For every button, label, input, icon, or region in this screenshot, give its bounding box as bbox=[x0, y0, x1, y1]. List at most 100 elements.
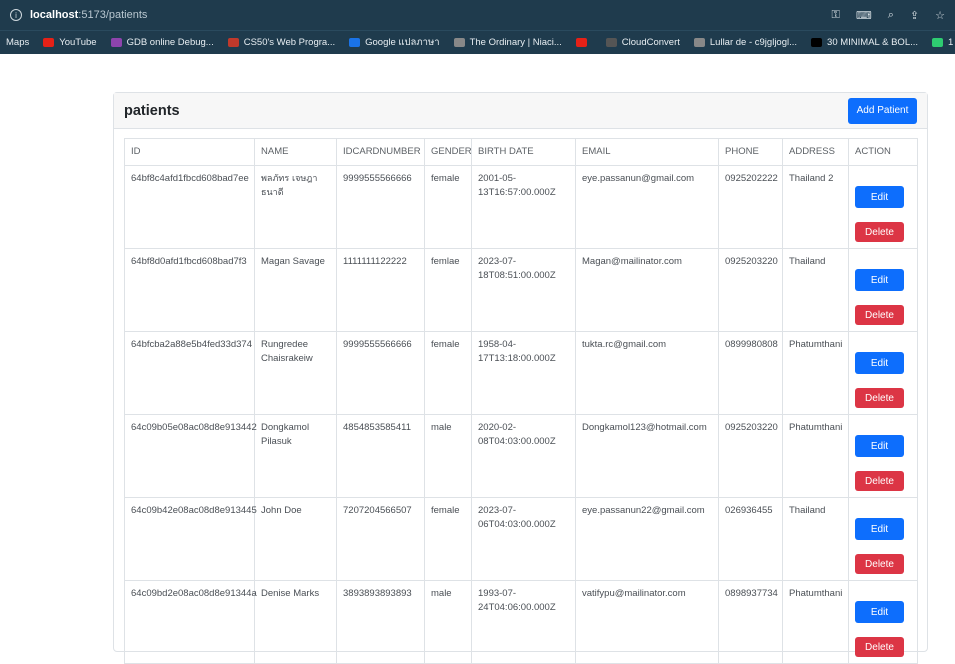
bookmark-label: 30 MINIMAL & BOL... bbox=[827, 37, 919, 48]
cell-id: 64c09b05e08ac08d8e913442 bbox=[124, 414, 257, 498]
table-row: 64c09b42e08ac08d8e913445 John Doe 72072045… bbox=[124, 497, 918, 581]
table-row: 64bfcba2a88e5b4fed33d374 Rungredee Chaisr… bbox=[124, 331, 918, 415]
cell-address: Thailand 2 bbox=[782, 165, 849, 249]
cell-id: 64c09bd2e08ac08d8e91344a bbox=[124, 580, 257, 664]
key-icon[interactable]: ⚿ bbox=[831, 9, 839, 22]
edit-button[interactable]: Edit bbox=[855, 518, 904, 540]
cell-id: 64bfcba2a88e5b4fed33d374 bbox=[124, 331, 255, 415]
cell-phone: 0925203220 bbox=[718, 414, 783, 498]
bookmark-item[interactable]: The Ordinary | Niaci... bbox=[453, 37, 562, 48]
delete-button[interactable]: Delete bbox=[855, 554, 904, 574]
column-header: BIRTH DATE bbox=[471, 138, 576, 166]
cell-email: eye.passanun@gmail.com bbox=[575, 165, 719, 249]
cell-gender: male bbox=[424, 580, 472, 664]
cell-address: Phatumthani bbox=[782, 331, 849, 415]
cell-birth: 1993-07-24T04:06:00.000Z bbox=[471, 580, 576, 664]
cell-idcard: 3893893893893 bbox=[336, 580, 425, 664]
cell-phone: 026936455 bbox=[718, 497, 783, 581]
cell-email: Dongkamol123@hotmail.com bbox=[575, 414, 719, 498]
bookmark-item[interactable]: GDB online Debug... bbox=[110, 37, 214, 48]
bookmark-icon bbox=[693, 38, 705, 47]
delete-button[interactable]: Delete bbox=[855, 637, 904, 657]
table-row: 64c09bd2e08ac08d8e91344a Denise Marks 3893… bbox=[124, 580, 918, 664]
bookmark-item[interactable]: Maps bbox=[6, 37, 29, 48]
cell-birth: 2023-07-18T08:51:00.000Z bbox=[471, 248, 576, 332]
bookmark-label: CS50's Web Progra... bbox=[243, 37, 336, 48]
delete-button[interactable]: Delete bbox=[855, 388, 904, 408]
bookmark-label: GDB online Debug... bbox=[126, 37, 214, 48]
cell-gender: female bbox=[424, 497, 472, 581]
url-path: :5173/patients bbox=[78, 9, 148, 21]
cell-action: Edit Delete bbox=[848, 331, 918, 415]
delete-button[interactable]: Delete bbox=[855, 471, 904, 491]
cell-address: Thailand bbox=[782, 497, 849, 581]
cell-name: Denise Marks bbox=[254, 580, 337, 664]
cell-idcard: 9999555566666 bbox=[336, 165, 425, 249]
cell-name: John Doe bbox=[254, 497, 337, 581]
bookmark-item[interactable] bbox=[575, 38, 592, 47]
edit-button[interactable]: Edit bbox=[855, 352, 904, 374]
column-header: EMAIL bbox=[575, 138, 719, 166]
bookmark-item[interactable]: 30 MINIMAL & BOL... bbox=[811, 37, 918, 48]
cell-name: Dongkamol Pilasuk bbox=[254, 414, 337, 498]
bookmark-icon bbox=[110, 38, 122, 47]
cell-name: พลภัทร เจษฎา ธนาดี bbox=[254, 165, 337, 249]
column-header: ADDRESS bbox=[782, 138, 849, 166]
delete-button[interactable]: Delete bbox=[855, 222, 904, 242]
cell-email: Magan@mailinator.com bbox=[575, 248, 719, 332]
table-row: 64bf8d0afd1fbcd608bad7f3 Magan Savage 1111… bbox=[124, 248, 918, 332]
cell-name: Rungredee Chaisrakeiw bbox=[254, 331, 337, 415]
cell-action: Edit Delete bbox=[848, 580, 918, 664]
column-header: ID bbox=[124, 138, 255, 166]
cell-idcard: 9999555566666 bbox=[336, 331, 425, 415]
bookmark-label: Maps bbox=[6, 37, 30, 48]
bookmark-item[interactable]: Google แปลภาษา bbox=[349, 35, 440, 50]
bookmark-icon bbox=[227, 38, 239, 47]
column-header: PHONE bbox=[718, 138, 783, 166]
bookmark-label: YouTube bbox=[59, 37, 97, 48]
edit-button[interactable]: Edit bbox=[855, 269, 904, 291]
cell-action: Edit Delete bbox=[848, 414, 918, 498]
bookmark-item[interactable]: Lullar de - c9jgljogl... bbox=[693, 37, 798, 48]
translate-icon[interactable]: ⌨ bbox=[856, 9, 872, 22]
info-icon[interactable]: i bbox=[10, 9, 22, 21]
column-header: NAME bbox=[254, 138, 337, 166]
cell-email: eye.passanun22@gmail.com bbox=[575, 497, 719, 581]
cell-birth: 2023-07-06T04:03:00.000Z bbox=[471, 497, 576, 581]
edit-button[interactable]: Edit bbox=[855, 186, 904, 208]
bookmarks-bar: Maps YouTube GDB online Debug... CS50's Web… bbox=[0, 30, 955, 54]
cell-birth: 2020-02-08T04:03:00.000Z bbox=[471, 414, 576, 498]
bookmark-icon bbox=[932, 38, 944, 47]
star-icon[interactable]: ☆ bbox=[935, 9, 945, 22]
bookmark-item[interactable]: CloudConvert bbox=[605, 37, 680, 48]
column-header: GENDER bbox=[424, 138, 472, 166]
zoom-icon[interactable]: ⌕ bbox=[888, 9, 894, 22]
bookmark-item[interactable]: 1 bbox=[932, 37, 953, 48]
edit-button[interactable]: Edit bbox=[855, 435, 904, 457]
table-row: 64bf8c4afd1fbcd608bad7ee พลภัทร เจษฎา ธนา… bbox=[124, 165, 918, 249]
bookmark-label: Lullar de - c9jgljogl... bbox=[709, 37, 798, 48]
table-header: ID NAME IDCARDNUMBER GENDER BIRTH DATE EMAIL P… bbox=[124, 138, 918, 166]
bookmark-item[interactable]: CS50's Web Progra... bbox=[227, 37, 336, 48]
cell-birth: 2001-05-13T16:57:00.000Z bbox=[471, 165, 576, 249]
cell-email: vatifypu@mailinator.com bbox=[575, 580, 719, 664]
bookmark-icon bbox=[43, 38, 55, 47]
bookmark-icon bbox=[575, 38, 587, 47]
edit-button[interactable]: Edit bbox=[855, 601, 904, 623]
address-bar[interactable]: i localhost:5173/patients ⚿ ⌨ ⌕ ⇪ ☆ bbox=[0, 0, 955, 30]
cell-gender: femlae bbox=[424, 248, 472, 332]
cell-id: 64bf8d0afd1fbcd608bad7f3 bbox=[124, 248, 255, 332]
cell-phone: 0898937734 bbox=[718, 580, 783, 664]
bookmark-item[interactable]: YouTube bbox=[43, 37, 97, 48]
bookmark-label: Google แปลภาษา bbox=[365, 37, 440, 48]
cell-gender: female bbox=[424, 165, 472, 249]
cell-address: Phatumthani bbox=[782, 414, 849, 498]
card-header: patients Add Patient bbox=[114, 93, 927, 129]
cell-phone: 0925202222 bbox=[718, 165, 783, 249]
delete-button[interactable]: Delete bbox=[855, 305, 904, 325]
table-row: 64c09b05e08ac08d8e913442 Dongkamol Pilasu… bbox=[124, 414, 918, 498]
add-patient-button[interactable]: Add Patient bbox=[848, 97, 917, 124]
bookmark-label: CloudConvert bbox=[621, 37, 680, 48]
share-icon[interactable]: ⇪ bbox=[910, 9, 919, 22]
cell-idcard: 1111111122222 bbox=[336, 248, 425, 332]
